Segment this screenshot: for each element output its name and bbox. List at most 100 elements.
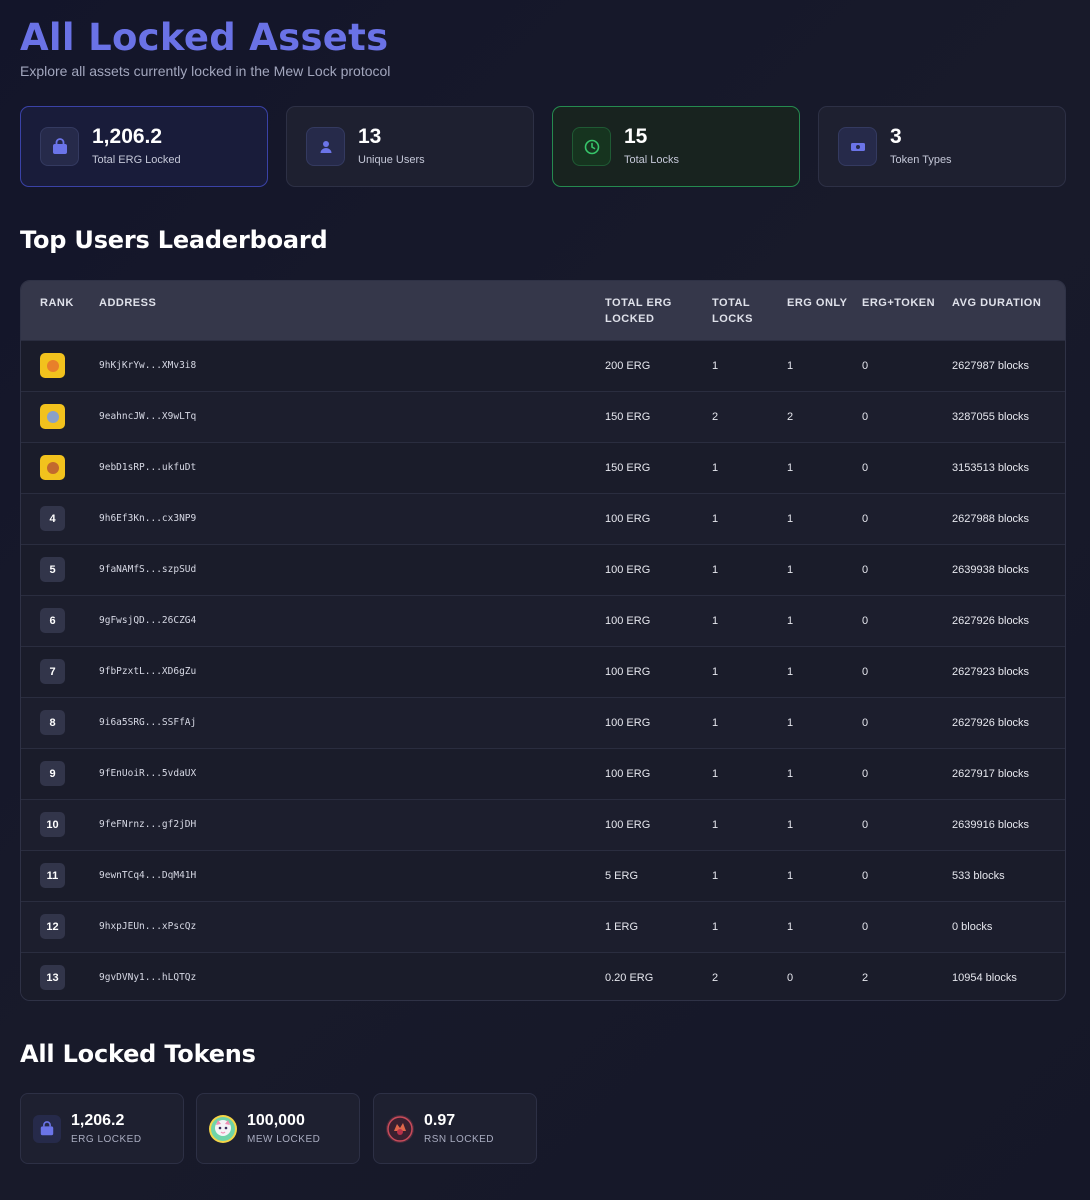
token-value: 1,206.2 [71, 1112, 125, 1129]
address-cell[interactable]: 9ewnTCq4...DqM41H [99, 851, 196, 901]
page-title: All Locked Assets [20, 16, 389, 59]
address-cell[interactable]: 9fEnUoiR...5vdaUX [99, 749, 196, 799]
address-cell[interactable]: 9feFNrnz...gf2jDH [99, 800, 196, 850]
erg-only-cell: 1 [787, 615, 794, 627]
stat-label: Total Locks [624, 154, 680, 166]
rank-badge: 8 [40, 710, 65, 735]
erg-token-cell: 0 [862, 768, 869, 780]
mew-token-icon [209, 1115, 237, 1143]
total-erg-cell: 1 ERG [605, 921, 639, 933]
rank-badge: 6 [40, 608, 65, 633]
column-header-total-erg[interactable]: TOTAL ERG LOCKED [605, 295, 695, 327]
avg-duration-cell: 3153513 blocks [952, 462, 1030, 474]
rank-badge: 7 [40, 659, 65, 684]
rsn-token-icon [386, 1115, 414, 1143]
clock-icon [572, 127, 611, 166]
erg-token-cell: 0 [862, 717, 869, 729]
address-cell[interactable]: 9faNAMfS...szpSUd [99, 545, 196, 595]
column-header-total-locks[interactable]: TOTAL LOCKS [712, 295, 772, 327]
table-row[interactable]: 7 9fbPzxtL...XD6gZu 100 ERG 1 1 0 2627923 bloc… [21, 646, 1065, 697]
token-card-erg: 1,206.2 ERG LOCKED [20, 1093, 184, 1164]
leaderboard-title: Top Users Leaderboard [20, 226, 328, 254]
total-locks-cell: 1 [712, 717, 719, 729]
total-erg-cell: 100 ERG [605, 666, 651, 678]
erg-token-cell: 0 [862, 921, 869, 933]
total-locks-cell: 1 [712, 462, 719, 474]
column-header-address[interactable]: ADDRESS [99, 295, 156, 311]
crown-icon [46, 359, 59, 372]
address-cell[interactable]: 9gFwsjQD...26CZG4 [99, 596, 196, 646]
stat-value: 1,206.2 [92, 125, 163, 148]
user-icon [306, 127, 345, 166]
avg-duration-cell: 2627926 blocks [952, 615, 1030, 627]
table-row[interactable]: 8 9i6a5SRG...SSFfAj 100 ERG 1 1 0 2627926 bloc… [21, 697, 1065, 748]
total-erg-cell: 100 ERG [605, 564, 651, 576]
erg-only-cell: 2 [787, 411, 794, 423]
avg-duration-cell: 10954 blocks [952, 972, 1017, 984]
erg-token-cell: 2 [862, 972, 869, 984]
stat-label: Total ERG Locked [92, 154, 181, 166]
table-row[interactable]: 11 9ewnTCq4...DqM41H 5 ERG 1 1 0 533 blocks [21, 850, 1065, 901]
erg-token-cell: 0 [862, 411, 869, 423]
silver-medal-icon [46, 410, 59, 423]
address-cell[interactable]: 9h6Ef3Kn...cx3NP9 [99, 494, 196, 544]
address-cell[interactable]: 9i6a5SRG...SSFfAj [99, 698, 196, 748]
table-row[interactable]: 12 9hxpJEUn...xPscQz 1 ERG 1 1 0 0 blocks [21, 901, 1065, 952]
leaderboard-table: RANK ADDRESS TOTAL ERG LOCKED TOTAL LOCK… [20, 280, 1066, 1001]
total-erg-cell: 200 ERG [605, 360, 651, 372]
total-erg-cell: 0.20 ERG [605, 972, 654, 984]
tokens-title: All Locked Tokens [20, 1040, 256, 1068]
total-locks-cell: 1 [712, 870, 719, 882]
table-row[interactable]: 6 9gFwsjQD...26CZG4 100 ERG 1 1 0 2627926 bloc… [21, 595, 1065, 646]
address-cell[interactable]: 9eahncJW...X9wLTq [99, 392, 196, 442]
lock-icon [40, 127, 79, 166]
table-row[interactable]: 9ebD1sRP...ukfuDt 150 ERG 1 1 0 3153513 block… [21, 442, 1065, 493]
address-cell[interactable]: 9gvDVNy1...hLQTQz [99, 953, 196, 1000]
total-erg-cell: 150 ERG [605, 462, 651, 474]
table-row[interactable]: 5 9faNAMfS...szpSUd 100 ERG 1 1 0 2639938 bloc… [21, 544, 1065, 595]
avg-duration-cell: 2639938 blocks [952, 564, 1030, 576]
rank-badge [40, 353, 65, 378]
total-locks-cell: 2 [712, 411, 719, 423]
table-row[interactable]: 4 9h6Ef3Kn...cx3NP9 100 ERG 1 1 0 2627988 bloc… [21, 493, 1065, 544]
erg-only-cell: 1 [787, 666, 794, 678]
table-row[interactable]: 13 9gvDVNy1...hLQTQz 0.20 ERG 2 0 2 10954 bloc… [21, 952, 1065, 1000]
total-locks-cell: 1 [712, 666, 719, 678]
token-card-rsn: 0.97 RSN LOCKED [373, 1093, 537, 1164]
erg-token-cell: 0 [862, 870, 869, 882]
stat-card-unique-users: 13 Unique Users [286, 106, 534, 187]
erg-only-cell: 1 [787, 768, 794, 780]
stat-value: 15 [624, 125, 648, 148]
avg-duration-cell: 533 blocks [952, 870, 1005, 882]
erg-only-cell: 1 [787, 870, 794, 882]
address-cell[interactable]: 9hKjKrYw...XMv3i8 [99, 341, 196, 391]
address-cell[interactable]: 9hxpJEUn...xPscQz [99, 902, 196, 952]
address-cell[interactable]: 9ebD1sRP...ukfuDt [99, 443, 196, 493]
lock-icon [33, 1115, 61, 1143]
erg-only-cell: 1 [787, 819, 794, 831]
erg-only-cell: 1 [787, 513, 794, 525]
total-locks-cell: 1 [712, 615, 719, 627]
stat-label: Token Types [890, 154, 952, 166]
erg-token-cell: 0 [862, 564, 869, 576]
table-row[interactable]: 9 9fEnUoiR...5vdaUX 100 ERG 1 1 0 2627917 bloc… [21, 748, 1065, 799]
erg-only-cell: 0 [787, 972, 794, 984]
erg-only-cell: 1 [787, 564, 794, 576]
token-label: RSN LOCKED [424, 1134, 495, 1145]
total-erg-cell: 150 ERG [605, 411, 651, 423]
rank-badge: 9 [40, 761, 65, 786]
column-header-erg-token[interactable]: ERG+TOKEN [862, 295, 935, 311]
address-cell[interactable]: 9fbPzxtL...XD6gZu [99, 647, 196, 697]
total-locks-cell: 1 [712, 513, 719, 525]
column-header-avg-duration[interactable]: AVG DURATION [952, 295, 1041, 311]
table-row[interactable]: 9eahncJW...X9wLTq 150 ERG 2 2 0 3287055 block… [21, 391, 1065, 442]
table-row[interactable]: 10 9feFNrnz...gf2jDH 100 ERG 1 1 0 2639916 blo… [21, 799, 1065, 850]
stat-value: 3 [890, 125, 902, 148]
table-row[interactable]: 9hKjKrYw...XMv3i8 200 ERG 1 1 0 2627987 block… [21, 340, 1065, 391]
money-icon [838, 127, 877, 166]
column-header-erg-only[interactable]: ERG ONLY [787, 295, 847, 311]
stat-label: Unique Users [358, 154, 425, 166]
page-subtitle: Explore all assets currently locked in t… [20, 63, 391, 79]
bronze-medal-icon [46, 461, 59, 474]
column-header-rank[interactable]: RANK [40, 295, 74, 311]
